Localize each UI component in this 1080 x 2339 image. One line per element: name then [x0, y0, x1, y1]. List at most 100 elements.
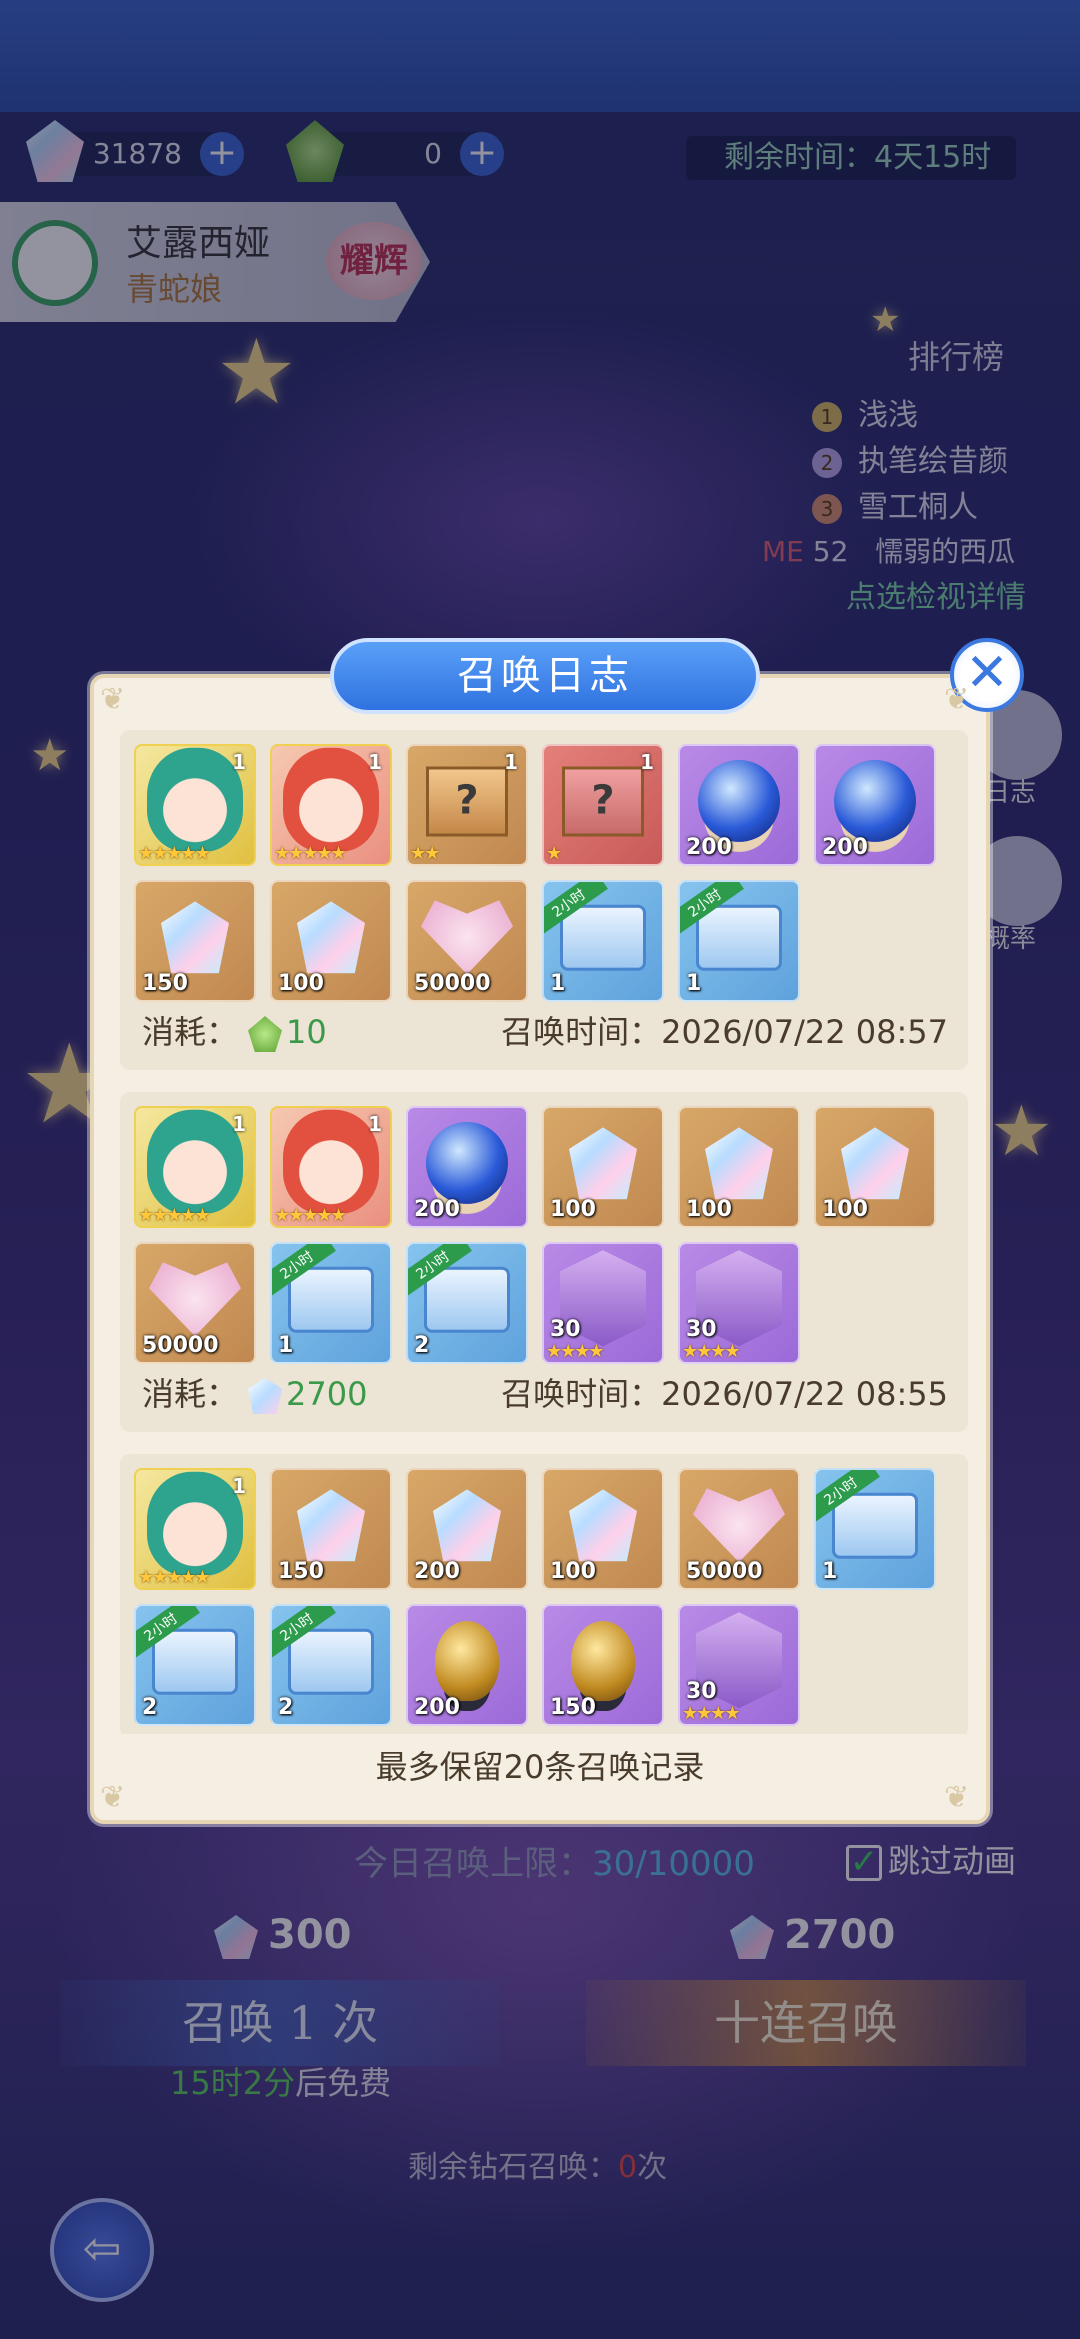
reward-item[interactable]: 1 ★★★★★ [270, 1106, 392, 1228]
summon-record: 1 ★★★★★ 1 ★★★★★ 200 100 100 100 50000 2小时 1 2小时 2 ★★★… [120, 1092, 968, 1432]
item-quantity: 50000 [686, 1559, 763, 1584]
item-quantity: 200 [686, 835, 732, 860]
diamond-icon [569, 1127, 637, 1200]
reward-item[interactable]: 1 ★★★★★ [134, 1468, 256, 1590]
record-footer: 消耗： 10 召唤时间：2026/07/22 08:57 [130, 1006, 958, 1058]
reward-item[interactable]: 2小时 1 [678, 880, 800, 1002]
star-rating: ★★★★★ [274, 843, 347, 864]
reward-item[interactable]: ? 1 ★★ [406, 744, 528, 866]
item-level: 1 [368, 750, 382, 774]
diamond-icon [841, 1127, 909, 1200]
golden-egg-icon [571, 1621, 635, 1701]
reward-item[interactable]: 150 [270, 1468, 392, 1590]
reward-item[interactable]: 1 ★★★★★ [134, 744, 256, 866]
reward-item[interactable]: 100 [270, 880, 392, 1002]
item-quantity: 1 [278, 1333, 294, 1358]
diamond-icon [297, 901, 365, 974]
item-quantity: 2 [278, 1695, 294, 1720]
item-quantity: 50000 [414, 971, 491, 996]
reward-item[interactable]: 2小时 2 [406, 1242, 528, 1364]
exp-heart-icon [149, 1262, 241, 1337]
character-portrait-icon [283, 1109, 379, 1214]
corner-ornament-icon: ❦ [100, 682, 126, 717]
diamond-icon [705, 1127, 773, 1200]
reward-item[interactable]: 2小时 1 [814, 1468, 936, 1590]
star-orb-icon [698, 759, 780, 842]
reward-item[interactable]: 2小时 2 [270, 1604, 392, 1726]
reward-item[interactable]: 150 [134, 880, 256, 1002]
reward-item[interactable]: 200 [814, 744, 936, 866]
reward-item[interactable]: ? 1 ★ [542, 744, 664, 866]
reward-item[interactable]: 50000 [678, 1468, 800, 1590]
cost-value: 2700 [286, 1375, 368, 1413]
character-portrait-icon [147, 1109, 243, 1214]
reward-item[interactable]: 100 [542, 1106, 664, 1228]
exp-heart-icon [421, 900, 513, 975]
time-label: 召唤时间： [501, 1013, 662, 1051]
diamond-icon [297, 1489, 365, 1562]
reward-item[interactable]: ★★★★ 30 [542, 1242, 664, 1364]
item-level: 1 [504, 750, 518, 774]
cost-label: 消耗： [142, 1013, 239, 1051]
item-quantity: 200 [414, 1559, 460, 1584]
reward-item[interactable]: 2小时 2 [134, 1604, 256, 1726]
item-quantity: 1 [686, 971, 702, 996]
reward-item[interactable]: 2小时 1 [270, 1242, 392, 1364]
golden-egg-icon [435, 1621, 499, 1701]
item-quantity: 200 [414, 1695, 460, 1720]
reward-item[interactable]: 2小时 1 [542, 880, 664, 1002]
treasure-chest-icon [560, 904, 646, 971]
reward-item[interactable]: 200 [678, 744, 800, 866]
star-orb-icon [834, 759, 916, 842]
item-quantity: 100 [686, 1197, 732, 1222]
treasure-chest-icon [152, 1628, 238, 1695]
retention-note: 最多保留20条召唤记录 [375, 1748, 705, 1786]
item-quantity: 100 [278, 971, 324, 996]
reward-item[interactable]: 200 [406, 1106, 528, 1228]
star-orb-icon [426, 1121, 508, 1204]
star-rating: ★★ [410, 843, 440, 864]
star-rating: ★★★★★ [138, 1205, 211, 1226]
reward-grid: 1 ★★★★★ 1 ★★★★★ 200 100 100 100 50000 2小时 1 2小时 2 ★★★… [130, 1106, 958, 1364]
reward-item[interactable]: 50000 [134, 1242, 256, 1364]
time-label: 召唤时间： [501, 1375, 662, 1413]
treasure-chest-icon [288, 1628, 374, 1695]
reward-item[interactable]: 1 ★★★★★ [270, 744, 392, 866]
character-portrait-icon [283, 747, 379, 852]
item-level: 1 [232, 750, 246, 774]
reward-grid: 1 ★★★★★ 1 ★★★★★? 1 ★★? 1 ★ 200 200 150 100 50000 2小时 1… [130, 744, 958, 1002]
item-quantity: 2 [142, 1695, 158, 1720]
diamond-icon [161, 901, 229, 974]
reward-item[interactable]: ★★★★ 30 [678, 1242, 800, 1364]
treasure-chest-icon [288, 1266, 374, 1333]
item-quantity: 50000 [142, 1333, 219, 1358]
item-quantity: 150 [278, 1559, 324, 1584]
item-quantity: 1 [822, 1559, 838, 1584]
item-level: 1 [368, 1112, 382, 1136]
reward-item[interactable]: 50000 [406, 880, 528, 1002]
reward-item[interactable]: 150 [542, 1604, 664, 1726]
reward-item[interactable]: 200 [406, 1468, 528, 1590]
reward-item[interactable]: 100 [678, 1106, 800, 1228]
item-quantity: 150 [142, 971, 188, 996]
star-rating: ★★★★ [682, 1341, 741, 1362]
record-list[interactable]: 1 ★★★★★ 1 ★★★★★? 1 ★★ ? 1 ★ 200 200 150 100 50000 2小时 1… [120, 730, 968, 1734]
reward-item[interactable]: 100 [814, 1106, 936, 1228]
reward-item[interactable]: 100 [542, 1468, 664, 1590]
item-quantity: 30 [686, 1317, 717, 1342]
mystery-box-icon: ? [562, 766, 644, 837]
reward-item[interactable]: 1 ★★★★★ [134, 1106, 256, 1228]
item-quantity: 30 [550, 1317, 581, 1342]
hop-icon [248, 1016, 283, 1052]
reward-item[interactable]: ★★★★ 30 [678, 1604, 800, 1726]
character-portrait-icon [147, 1471, 243, 1576]
treasure-chest-icon [424, 1266, 510, 1333]
reward-grid: 1 ★★★★★ 150 200 100 50000 2小时 1 2小时 2 2小时 2 200 150 ★★… [130, 1468, 958, 1726]
item-level: 1 [232, 1474, 246, 1498]
item-quantity: 100 [550, 1559, 596, 1584]
time-value: 2026/07/22 08:57 [661, 1013, 948, 1051]
character-portrait-icon [147, 747, 243, 852]
reward-item[interactable]: 200 [406, 1604, 528, 1726]
diamond-icon [248, 1378, 283, 1414]
item-quantity: 150 [550, 1695, 596, 1720]
